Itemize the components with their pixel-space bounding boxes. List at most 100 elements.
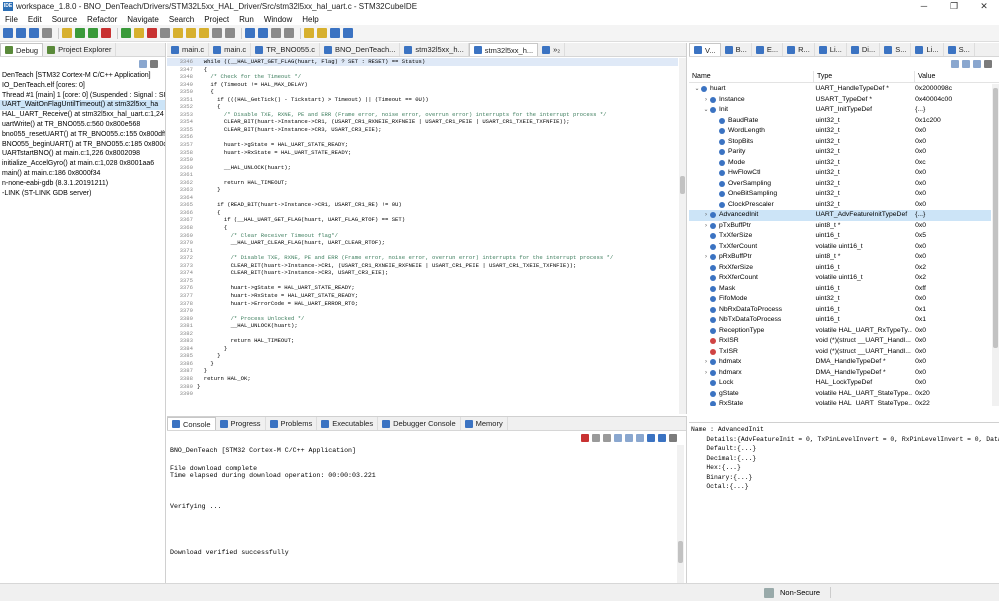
debug-stack-frame[interactable]: UART_WaitOnFlagUntilTimeout() at stm32l5… (0, 100, 165, 111)
menu-navigate[interactable]: Navigate (122, 15, 164, 24)
variable-row[interactable]: TxXferSize uint16_t 0x5 (689, 231, 991, 242)
variables-tab-7[interactable]: Li... (911, 43, 944, 56)
variables-tab-0[interactable]: V... (689, 43, 721, 56)
debug-stack-frame[interactable]: UARTstartBNO() at main.c:1,226 0x8002098 (0, 149, 165, 159)
menu-window[interactable]: Window (259, 15, 297, 24)
collapse-all-icon[interactable] (973, 60, 981, 68)
menu-search[interactable]: Search (164, 15, 199, 24)
editor-tab-1[interactable]: main.c (209, 43, 252, 56)
print-icon[interactable] (42, 28, 52, 38)
run-icon[interactable] (88, 28, 98, 38)
variable-value[interactable]: 0x1 (912, 305, 991, 316)
variables-tab-2[interactable]: E... (752, 43, 784, 56)
variables-tab-8[interactable]: S... (944, 43, 975, 56)
debug-stack-frame[interactable]: BNO055_beginUART() at TR_BNO055.c:185 0x… (0, 140, 165, 150)
debug-stack-frame[interactable]: HAL_UART_Receive() at stm32l5xx_hal_uart… (0, 110, 165, 120)
display-console-icon[interactable] (658, 434, 666, 442)
prev-annotation-icon[interactable] (284, 28, 294, 38)
variable-row[interactable]: › pRxBuffPtr uint8_t * 0x0 (689, 252, 991, 263)
variables-tab-6[interactable]: S... (880, 43, 912, 56)
variable-row[interactable]: ReceptionType volatile HAL_UART_RxTypeTy.… (689, 326, 991, 337)
variable-row[interactable]: Mode uint32_t 0xc (689, 158, 991, 169)
variable-value[interactable]: 0x0 (912, 347, 991, 358)
variable-value[interactable]: 0xc (912, 158, 991, 169)
menu-edit[interactable]: Edit (23, 15, 47, 24)
terminate-icon[interactable] (147, 28, 157, 38)
editor-scroll-thumb[interactable] (680, 176, 685, 194)
variables-tab-4[interactable]: Li... (815, 43, 847, 56)
build-icon[interactable] (62, 28, 72, 38)
collapsed-arrow-icon[interactable]: › (702, 95, 710, 106)
variable-value[interactable]: 0x0 (912, 326, 991, 337)
suspend-icon[interactable] (134, 28, 144, 38)
menu-refactor[interactable]: Refactor (82, 15, 122, 24)
collapsed-arrow-icon[interactable]: › (702, 252, 710, 263)
variable-row[interactable]: StopBits uint32_t 0x0 (689, 137, 991, 148)
variable-row[interactable]: HwFlowCtl uint32_t 0x0 (689, 168, 991, 179)
variables-tab-3[interactable]: R... (783, 43, 815, 56)
variable-value[interactable]: 0x5 (912, 231, 991, 242)
variable-row[interactable]: Parity uint32_t 0x0 (689, 147, 991, 158)
variable-row[interactable]: gState volatile HAL_UART_StateType... 0x20 (689, 389, 991, 400)
debug-stack-frame[interactable]: Thread #1 [main] 1 [core: 0] (Suspended … (0, 91, 165, 101)
console-scrollbar[interactable] (677, 445, 684, 583)
variables-scroll-thumb[interactable] (993, 88, 998, 348)
column-type[interactable]: Type (814, 71, 915, 82)
remove-launch-icon[interactable] (592, 434, 600, 442)
external-tools-icon[interactable] (101, 28, 111, 38)
variable-value[interactable]: 0x0 (912, 179, 991, 190)
variable-value[interactable]: 0x0 (912, 252, 991, 263)
view-menu-icon[interactable] (984, 60, 992, 68)
instruction-step-icon[interactable] (212, 28, 222, 38)
debug-stack-frame[interactable]: initialize_AccelGyro() at main.c:1,028 0… (0, 159, 165, 169)
variables-tab-5[interactable]: Di... (847, 43, 881, 56)
step-over-icon[interactable] (186, 28, 196, 38)
maximize-button[interactable]: ❐ (939, 0, 969, 13)
editor-tab-5[interactable]: stm32l5xx_h... (468, 43, 539, 56)
disconnect-icon[interactable] (160, 28, 170, 38)
variable-value[interactable]: 0xff (912, 284, 991, 295)
pin-icon[interactable] (330, 28, 340, 38)
scroll-lock-icon[interactable] (625, 434, 633, 442)
show-type-names-icon[interactable] (951, 60, 959, 68)
variable-row[interactable]: › Instance USART_TypeDef * 0x40004c00 (689, 95, 991, 106)
variable-row[interactable]: FifoMode uint32_t 0x0 (689, 294, 991, 305)
debug-stack-frame[interactable]: main() at main.c:186 0x8000f34 (0, 169, 165, 179)
variable-value[interactable]: 0x22 (912, 399, 991, 406)
variable-value[interactable]: 0x0 (912, 368, 991, 379)
new-icon[interactable] (3, 28, 13, 38)
next-annotation-icon[interactable] (271, 28, 281, 38)
console-scroll-thumb[interactable] (678, 541, 683, 563)
variable-row[interactable]: WordLength uint32_t 0x0 (689, 126, 991, 137)
variable-value[interactable]: {...} (912, 210, 991, 221)
variable-row[interactable]: RxXferSize uint16_t 0x2 (689, 263, 991, 274)
collapse-all-icon[interactable] (139, 59, 147, 68)
resume-icon[interactable] (121, 28, 131, 38)
variable-value[interactable]: 0x2 (912, 273, 991, 284)
word-wrap-icon[interactable] (636, 434, 644, 442)
code-area[interactable]: 3346 while ((__HAL_UART_GET_FLAG(huart, … (167, 58, 678, 414)
variable-row[interactable]: Mask uint16_t 0xff (689, 284, 991, 295)
editor-tab-2[interactable]: TR_BNO055.c (251, 43, 320, 56)
variable-value[interactable]: 0x0 (912, 189, 991, 200)
variable-row[interactable]: TxISR void (*)(struct __UART_Handl... 0x0 (689, 347, 991, 358)
menu-source[interactable]: Source (47, 15, 82, 24)
step-return-icon[interactable] (199, 28, 209, 38)
column-name[interactable]: Name (689, 71, 814, 82)
variable-row[interactable]: › AdvancedInit UART_AdvFeatureInitTypeDef {… (689, 210, 991, 221)
menu-run[interactable]: Run (234, 15, 259, 24)
variable-value[interactable]: 0x0 (912, 357, 991, 368)
console-tab-4[interactable]: Debugger Console (378, 417, 461, 430)
collapsed-arrow-icon[interactable]: › (702, 210, 710, 221)
variable-row[interactable]: › hdmarx DMA_HandleTypeDef * 0x0 (689, 368, 991, 379)
expanded-arrow-icon[interactable]: ⌄ (693, 84, 701, 95)
console-tab-2[interactable]: Problems (266, 417, 318, 430)
variable-row[interactable]: RxState volatile HAL_UART_StateType... 0x2… (689, 399, 991, 406)
editor-tab-3[interactable]: BNO_DenTeach... (320, 43, 401, 56)
variable-value[interactable]: 0x0 (912, 126, 991, 137)
variable-row[interactable]: ⌄ huart UART_HandleTypeDef * 0x2000098c (689, 84, 991, 95)
debug-stack-frame[interactable]: -LINK (ST-LINK GDB server) (0, 189, 165, 199)
collapsed-arrow-icon[interactable]: › (702, 357, 710, 368)
debug-tab-0[interactable]: Debug (0, 43, 44, 56)
back-icon[interactable] (304, 28, 314, 38)
